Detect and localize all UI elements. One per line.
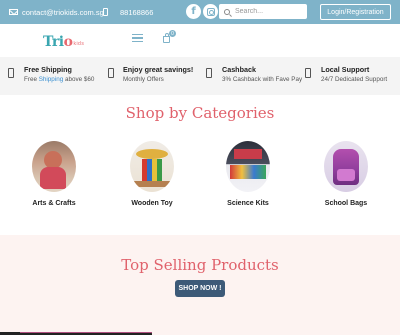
category-image[interactable] (130, 141, 174, 192)
instagram-icon[interactable] (203, 4, 218, 19)
category-label[interactable]: Wooden Toy (112, 200, 192, 207)
category-image[interactable] (226, 141, 270, 192)
envelope-icon (9, 9, 18, 15)
top-bar: contact@triokids.com.sg 88168866 f Login… (0, 0, 400, 24)
features-bar: Free Shipping Free Shipping above $60 En… (0, 57, 400, 95)
logo-wordmark: Trio (43, 34, 73, 50)
mobile-icon (206, 68, 212, 78)
menu-toggle-icon[interactable] (132, 34, 143, 42)
logo-subtext: kids (73, 41, 85, 47)
category-arts-crafts[interactable]: Arts & Crafts (14, 141, 94, 207)
feature-subtitle: Monthly Offers (123, 76, 164, 83)
mobile-icon (8, 68, 14, 78)
email-text: contact@triokids.com.sg (22, 7, 104, 17)
category-school-bags[interactable]: School Bags (306, 141, 386, 207)
email-contact[interactable]: contact@triokids.com.sg (9, 0, 104, 24)
category-image[interactable] (324, 141, 368, 192)
category-label[interactable]: School Bags (306, 200, 386, 207)
feature-subtitle: Free Shipping above $60 (24, 76, 95, 83)
top-selling-heading: Top Selling Products (121, 256, 279, 274)
cart-count-badge: 0 (169, 30, 176, 37)
feature-title: Enjoy great savings! (123, 65, 194, 74)
phone-text: 88168866 (120, 7, 154, 17)
shop-now-button[interactable]: SHOP NOW ! (175, 280, 225, 297)
feature-title: Free Shipping (24, 65, 72, 74)
category-label[interactable]: Science Kits (208, 200, 288, 207)
login-registration-button[interactable]: Login/Registration (320, 4, 391, 20)
search-icon[interactable] (224, 8, 230, 15)
category-wooden-toy[interactable]: Wooden Toy (112, 141, 192, 207)
feature-title: Cashback (222, 65, 256, 74)
mobile-icon (305, 68, 311, 78)
category-label[interactable]: Arts & Crafts (14, 200, 94, 207)
top-selling-section: Top Selling Products SHOP NOW ! (0, 235, 400, 335)
site-logo[interactable]: Trio kids (43, 30, 84, 50)
category-image[interactable] (32, 141, 76, 192)
search-box (219, 4, 307, 19)
feature-subtitle: 3% Cashback with Fave Pay (222, 76, 303, 83)
facebook-icon[interactable]: f (186, 4, 201, 19)
mobile-icon (108, 68, 114, 78)
feature-title: Local Support (321, 65, 370, 74)
shipping-link[interactable]: Shipping (39, 76, 64, 83)
categories-heading: Shop by Categories (125, 104, 275, 122)
cart-icon[interactable]: 0 (162, 30, 176, 43)
phone-contact[interactable]: 88168866 (103, 0, 153, 24)
search-input[interactable] (235, 8, 305, 15)
category-science-kits[interactable]: Science Kits (208, 141, 288, 207)
feature-subtitle: 24/7 Dedicated Support (321, 76, 388, 83)
mobile-phone-icon (103, 8, 108, 16)
